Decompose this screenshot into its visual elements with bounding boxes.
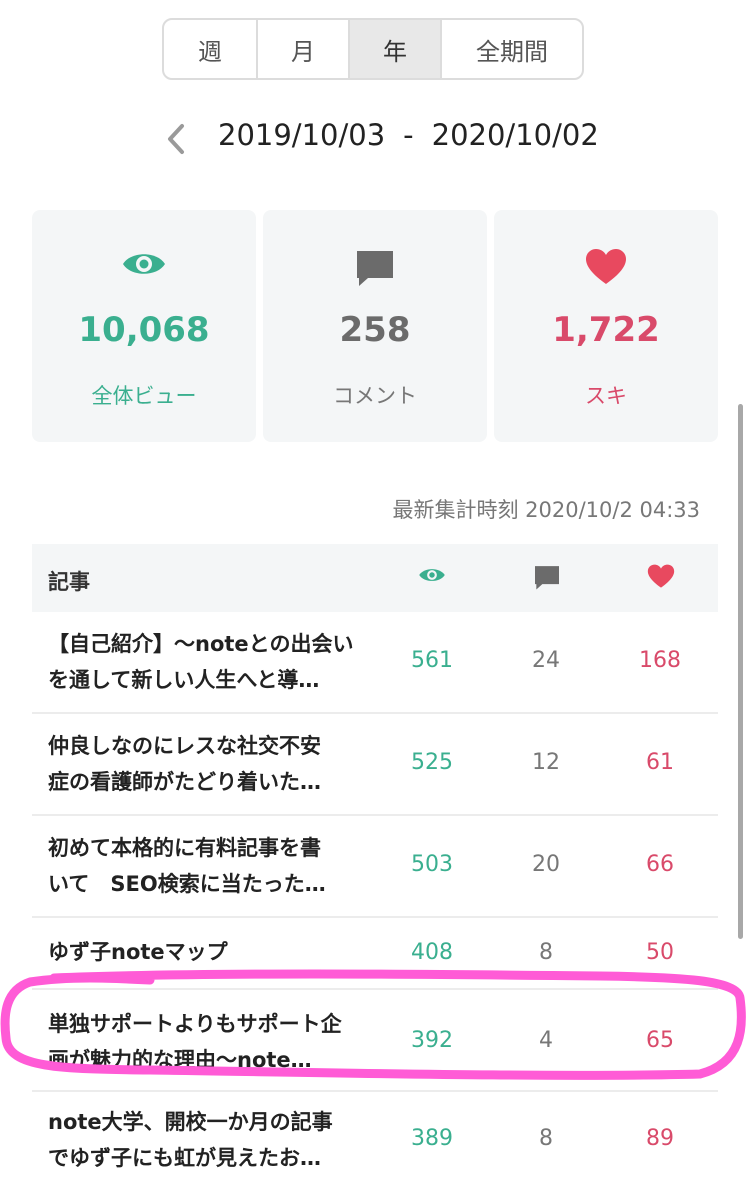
eye-icon bbox=[32, 248, 256, 284]
chevron-left-icon[interactable] bbox=[164, 122, 188, 160]
tab-week[interactable]: 週 bbox=[164, 20, 258, 78]
date-range: 2019/10/03-2020/10/02 bbox=[0, 108, 750, 168]
scrollbar[interactable] bbox=[738, 404, 743, 939]
table-row[interactable]: note大学、開校一か月の記事 でゆず子にも虹が見えたお… 389 8 89 bbox=[32, 1092, 718, 1192]
row-likes: 61 bbox=[646, 750, 674, 775]
title-line: 仲良しなのにレスな社交不安 bbox=[48, 734, 321, 758]
table-row[interactable]: 【自己紹介】〜noteとの出会い を通して新しい人生へと導… 561 24 16… bbox=[32, 612, 718, 714]
row-comments: 20 bbox=[532, 852, 560, 877]
views-total: 10,068 bbox=[78, 310, 210, 350]
row-views: 503 bbox=[411, 852, 453, 877]
views-label: 全体ビュー bbox=[91, 384, 197, 408]
row-views: 525 bbox=[411, 750, 453, 775]
row-likes: 50 bbox=[646, 940, 674, 965]
article-title[interactable]: 仲良しなのにレスな社交不安 症の看護師がたどり着いた… bbox=[48, 728, 368, 800]
table-row[interactable]: 初めて本格的に有料記事を書 いて SEO検索に当たった… 503 20 66 bbox=[32, 816, 718, 918]
likes-card: 1,722 スキ bbox=[494, 210, 718, 442]
table-row[interactable]: 仲良しなのにレスな社交不安 症の看護師がたどり着いた… 525 12 61 bbox=[32, 714, 718, 816]
row-likes: 168 bbox=[639, 648, 681, 673]
row-likes: 66 bbox=[646, 852, 674, 877]
tab-year[interactable]: 年 bbox=[350, 20, 442, 78]
title-line: いて SEO検索に当たった… bbox=[48, 872, 326, 896]
period-tabs: 週 月 年 全期間 bbox=[162, 18, 584, 80]
row-likes: 89 bbox=[646, 1126, 674, 1151]
comments-card: 258 コメント bbox=[263, 210, 487, 442]
comments-label: コメント bbox=[333, 384, 417, 408]
title-line: 症の看護師がたどり着いた… bbox=[48, 770, 321, 794]
title-line: 初めて本格的に有料記事を書 bbox=[48, 836, 321, 860]
eye-icon bbox=[418, 564, 446, 590]
title-line: を通して新しい人生へと導… bbox=[48, 668, 320, 692]
comments-total: 258 bbox=[339, 310, 411, 350]
date-range-text: 2019/10/03-2020/10/02 bbox=[218, 118, 599, 152]
article-title[interactable]: 【自己紹介】〜noteとの出会い を通して新しい人生へと導… bbox=[48, 626, 368, 698]
heart-icon bbox=[494, 248, 718, 290]
heart-icon bbox=[647, 564, 675, 593]
table-header: 記事 bbox=[32, 544, 718, 612]
row-views: 408 bbox=[411, 940, 453, 965]
title-line: でゆず子にも虹が見えたお… bbox=[48, 1146, 321, 1170]
title-line: 【自己紹介】〜noteとの出会い bbox=[48, 632, 354, 656]
range-separator: - bbox=[403, 118, 414, 152]
comment-icon bbox=[533, 564, 561, 595]
title-line: ゆず子noteマップ bbox=[48, 940, 228, 964]
highlight-marker bbox=[0, 969, 746, 1080]
likes-total: 1,722 bbox=[552, 310, 660, 350]
row-comments: 8 bbox=[539, 940, 553, 965]
title-line: note大学、開校一か月の記事 bbox=[48, 1110, 333, 1134]
stat-cards: 10,068 全体ビュー 258 コメント 1,722 スキ bbox=[32, 210, 718, 442]
last-updated: 最新集計時刻 2020/10/2 04:33 bbox=[392, 498, 700, 522]
header-article: 記事 bbox=[48, 570, 90, 594]
range-end: 2020/10/02 bbox=[431, 118, 599, 152]
row-views: 389 bbox=[411, 1126, 453, 1151]
range-start: 2019/10/03 bbox=[218, 118, 386, 152]
views-card: 10,068 全体ビュー bbox=[32, 210, 256, 442]
article-title[interactable]: ゆず子noteマップ bbox=[48, 934, 368, 970]
comment-icon bbox=[263, 248, 487, 292]
row-comments: 24 bbox=[532, 648, 560, 673]
row-views: 561 bbox=[411, 648, 453, 673]
article-title[interactable]: 初めて本格的に有料記事を書 いて SEO検索に当たった… bbox=[48, 830, 368, 902]
tab-all-time[interactable]: 全期間 bbox=[442, 20, 582, 78]
article-stats-table: 記事 【自己紹介】〜noteとの出会い を通して新しい人生へと導… 561 24… bbox=[32, 544, 718, 1192]
likes-label: スキ bbox=[585, 384, 627, 408]
article-title[interactable]: note大学、開校一か月の記事 でゆず子にも虹が見えたお… bbox=[48, 1104, 368, 1176]
row-comments: 12 bbox=[532, 750, 560, 775]
tab-month[interactable]: 月 bbox=[258, 20, 350, 78]
row-comments: 8 bbox=[539, 1126, 553, 1151]
